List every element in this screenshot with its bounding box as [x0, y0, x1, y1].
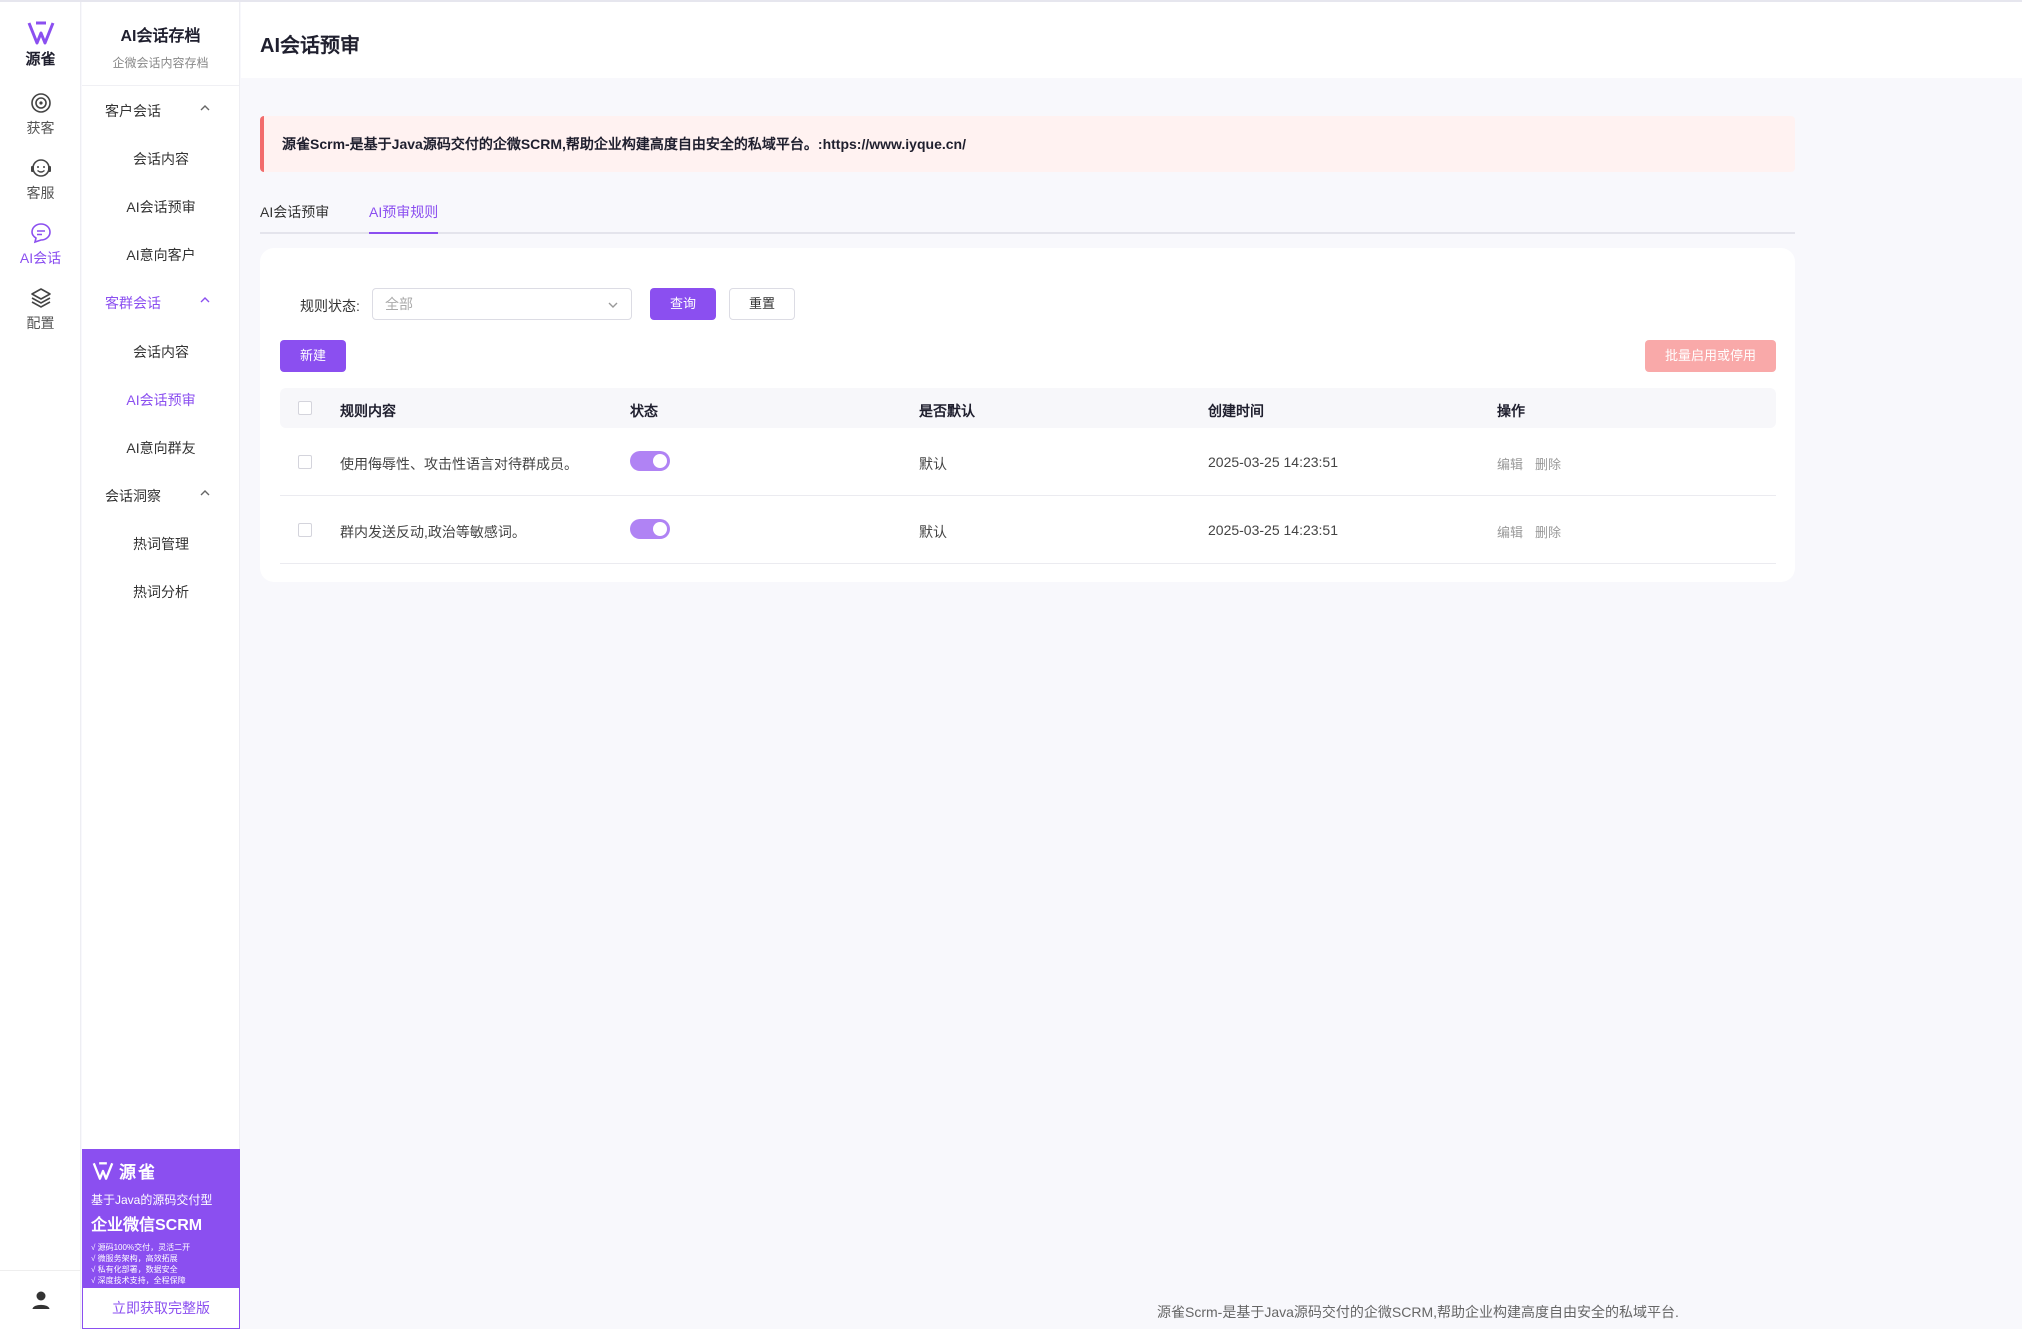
brand-name: 源雀: [25, 51, 56, 68]
column-header-content: 规则内容: [340, 403, 396, 419]
batch-toggle-button[interactable]: 批量启用或停用: [1645, 340, 1776, 372]
table-header: 规则内容 状态 是否默认 创建时间 操作: [280, 388, 1776, 428]
menu-item-customer-ai-review[interactable]: AI会话预审: [82, 197, 240, 217]
delete-link[interactable]: 删除: [1535, 522, 1561, 541]
promo-brand: 源雀: [91, 1158, 231, 1183]
delete-link[interactable]: 删除: [1535, 454, 1561, 473]
brand-logo-icon: [92, 1161, 114, 1180]
tab-bar: AI会话预审 AI预审规则: [260, 202, 1795, 234]
row-checkbox[interactable]: [298, 455, 312, 469]
promo-bullet: √ 源码100%交付，灵活二开: [91, 1243, 191, 1252]
menu-title: AI会话存档: [120, 28, 201, 45]
layers-icon: [30, 288, 51, 308]
created-time: 2025-03-25 14:23:51: [1208, 522, 1338, 538]
rule-content: 使用侮辱性、攻击性语言对待群成员。: [340, 456, 578, 472]
promo-content: 源雀 基于Java的源码交付型 企业微信SCRM √ 源码100%交付，灵活二开…: [83, 1150, 239, 1288]
page-header: AI会话预审: [241, 2, 2022, 78]
footer-text: 源雀Scrm-是基于Java源码交付的企微SCRM,帮助企业构建高度自由安全的私…: [1157, 1304, 1679, 1320]
promo-bullet: √ 微服务架构，高效拓展: [91, 1254, 178, 1263]
tab-ai-review[interactable]: AI会话预审: [260, 202, 329, 232]
rail-item-label: AI会话: [19, 250, 62, 266]
menu-group-label: 客群会话: [105, 295, 161, 311]
rule-content: 群内发送反动,政治等敏感词。: [340, 524, 526, 540]
column-header-created: 创建时间: [1208, 403, 1264, 419]
column-header-default: 是否默认: [919, 403, 975, 419]
promo-brand-name: 源雀: [119, 1163, 157, 1182]
rail-item-label: 客服: [26, 185, 55, 201]
menu-item-group-ai-review[interactable]: AI会话预审: [82, 390, 240, 410]
menu-item-customer-ai-intent[interactable]: AI意向客户: [82, 245, 240, 265]
promo-bullets: √ 源码100%交付，灵活二开 √ 微服务架构，高效拓展 √ 私有化部署，数据安…: [91, 1242, 231, 1286]
brand-logo[interactable]: 源雀: [0, 20, 81, 69]
menu-item-group-content[interactable]: 会话内容: [82, 342, 240, 362]
chevron-up-icon: [200, 490, 210, 496]
rule-status-select[interactable]: 全部: [372, 288, 632, 320]
rule-status-label: 规则状态:: [300, 298, 360, 314]
chat-bubble-icon: [30, 223, 51, 244]
menu-subtitle: 企微会话内容存档: [112, 56, 209, 70]
user-icon: [32, 1291, 49, 1309]
promo-bullet: √ 深度技术支持，全程保障: [91, 1276, 186, 1285]
menu-item-customer-content[interactable]: 会话内容: [82, 149, 240, 169]
chevron-up-icon: [200, 297, 210, 303]
column-header-status: 状态: [630, 403, 658, 419]
chevron-down-icon: [608, 302, 618, 308]
promo-bullet: √ 私有化部署，数据安全: [91, 1265, 178, 1274]
get-full-version-button[interactable]: 立即获取完整版: [83, 1288, 239, 1328]
query-button[interactable]: 查询: [650, 288, 716, 320]
rule-status-placeholder: 全部: [385, 296, 413, 312]
promo-banner: 源雀 基于Java的源码交付型 企业微信SCRM √ 源码100%交付，灵活二开…: [82, 1149, 240, 1329]
menu-group-group-chat[interactable]: 客群会话: [105, 293, 225, 313]
menu-header: AI会话存档 企微会话内容存档: [82, 2, 239, 86]
column-header-actions: 操作: [1497, 403, 1525, 419]
edit-link[interactable]: 编辑: [1497, 454, 1523, 473]
edit-link[interactable]: 编辑: [1497, 522, 1523, 541]
rail-item-label: 配置: [26, 315, 55, 331]
status-toggle[interactable]: [630, 519, 670, 539]
new-rule-button[interactable]: 新建: [280, 340, 346, 372]
rail-divider: [0, 1270, 81, 1271]
rail-item-label: 获客: [26, 120, 55, 136]
menu-group-insight[interactable]: 会话洞察: [105, 486, 225, 506]
page-title: AI会话预审: [260, 35, 360, 57]
menu-group-label: 客户会话: [105, 103, 161, 119]
promo-headline-1: 基于Java的源码交付型: [91, 1193, 213, 1207]
rail-item-acquire[interactable]: 获客: [0, 92, 81, 138]
menu-item-group-ai-intent[interactable]: AI意向群友: [82, 438, 240, 458]
headset-icon: [30, 159, 51, 177]
notice-banner: 源雀Scrm-是基于Java源码交付的企微SCRM,帮助企业构建高度自由安全的私…: [260, 116, 1795, 172]
user-avatar[interactable]: [0, 1290, 81, 1315]
table-row: 使用侮辱性、攻击性语言对待群成员。 默认 2025-03-25 14:23:51…: [280, 428, 1776, 496]
tab-ai-review-rules[interactable]: AI预审规则: [369, 202, 439, 234]
menu-item-hotword-manage[interactable]: 热词管理: [82, 534, 240, 554]
rail-item-config[interactable]: 配置: [0, 287, 81, 333]
created-time: 2025-03-25 14:23:51: [1208, 454, 1338, 470]
menu-item-hotword-analysis[interactable]: 热词分析: [82, 582, 240, 602]
rail-item-service[interactable]: 客服: [0, 157, 81, 203]
menu-group-label: 会话洞察: [105, 488, 161, 504]
reset-button[interactable]: 重置: [729, 288, 795, 320]
status-toggle[interactable]: [630, 451, 670, 471]
brand-logo-icon: [27, 21, 54, 45]
default-flag: 默认: [919, 524, 947, 540]
rail-item-ai-chat[interactable]: AI会话: [0, 222, 81, 268]
default-flag: 默认: [919, 456, 947, 472]
select-all-checkbox[interactable]: [298, 401, 312, 415]
menu-group-customer[interactable]: 客户会话: [105, 101, 225, 121]
target-icon: [30, 93, 51, 113]
rules-card: 规则状态: 全部 查询 重置 新建 批量启用或停用 规则内容 状态 是否默认 创…: [260, 248, 1795, 582]
secondary-menu: AI会话存档 企微会话内容存档 客户会话 会话内容 AI会话预审 AI意向客户 …: [82, 2, 240, 1329]
row-checkbox[interactable]: [298, 523, 312, 537]
table-row: 群内发送反动,政治等敏感词。 默认 2025-03-25 14:23:51 编辑…: [280, 496, 1776, 564]
icon-rail: 源雀 获客 客服 AI会话 配置: [0, 2, 81, 1329]
chevron-up-icon: [200, 105, 210, 111]
promo-headline-2: 企业微信SCRM: [91, 1217, 203, 1234]
